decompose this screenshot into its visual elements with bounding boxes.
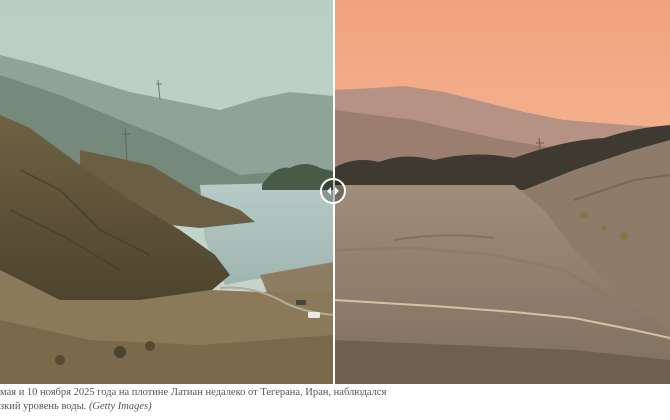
comparison-area[interactable] [0, 0, 670, 384]
caption-line-2: зкий уровень воды. (Getty Images) [0, 400, 670, 414]
image-comparison-viewer: мая и 10 ноября 2025 года на плотине Лат… [0, 0, 670, 420]
image-caption: мая и 10 ноября 2025 года на плотине Лат… [0, 386, 670, 414]
comparison-slider-handle[interactable] [320, 178, 346, 204]
caption-line-2-text: зкий уровень воды. [0, 401, 87, 412]
after-photo [334, 0, 670, 384]
before-photo [0, 0, 334, 384]
photo-credit: (Getty Images) [88, 401, 152, 412]
caption-line-1: мая и 10 ноября 2025 года на плотине Лат… [0, 387, 387, 398]
left-right-arrows-icon [326, 186, 340, 196]
